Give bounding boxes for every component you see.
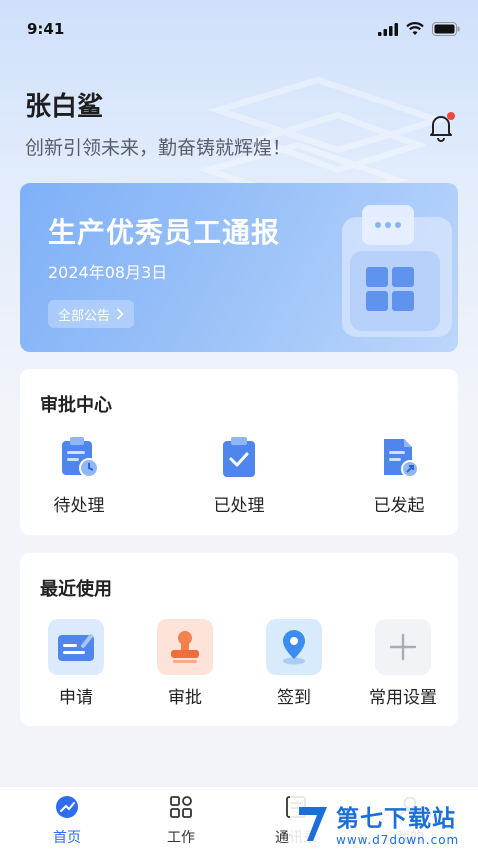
tab-home-label: 首页 (53, 830, 81, 846)
message-board-illustration-icon (342, 205, 452, 337)
approval-center-title: 审批中心 (40, 395, 112, 416)
plus-icon (375, 619, 431, 675)
initiated-item[interactable]: 已发起 (362, 435, 436, 516)
common-settings-item[interactable]: 常用设置 (362, 619, 444, 708)
processed-item[interactable]: 已处理 (202, 435, 276, 516)
user-name: 张白鲨 (25, 92, 104, 122)
approve-item[interactable]: 审批 (147, 619, 223, 708)
pending-label: 待处理 (53, 496, 105, 516)
watermark-url: www.d7down.com (336, 832, 460, 847)
grid-icon (170, 796, 192, 818)
cellular-signal-icon (378, 22, 398, 36)
watermark-title: 第七下载站 (336, 805, 456, 832)
initiated-document-icon (384, 439, 419, 478)
site-watermark: 第七下载站 www.d7down.com (290, 795, 478, 850)
processed-label: 已处理 (213, 496, 265, 516)
tab-work-label: 工作 (167, 830, 195, 846)
watermark-logo-icon (299, 806, 327, 841)
user-slogan: 创新引领未来，勤奋铸就辉煌！ (25, 137, 292, 159)
announcement-banner[interactable]: 生产优秀员工通报 2024年08月3日 全部公告 (20, 183, 458, 352)
pending-clipboard-icon (62, 437, 99, 478)
recent-use-card: 最近使用 申请 审批 签到 常用设置 (20, 553, 458, 726)
chevron-right-icon (116, 308, 124, 320)
wifi-icon (406, 22, 424, 35)
recent-use-title: 最近使用 (40, 579, 112, 600)
status-bar: 9:41 (0, 0, 478, 60)
approval-center-card: 审批中心 待处理 已处理 已发起 (20, 369, 458, 535)
check-in-label: 签到 (277, 688, 311, 708)
processed-clipboard-icon (223, 437, 255, 477)
tab-home[interactable]: 首页 (27, 795, 107, 847)
initiated-label: 已发起 (373, 496, 425, 516)
banner-title: 生产优秀员工通报 (48, 216, 281, 249)
common-settings-label: 常用设置 (369, 688, 437, 708)
tab-work[interactable]: 工作 (141, 795, 221, 847)
apply-label: 申请 (59, 688, 93, 708)
location-pin-icon (266, 619, 322, 675)
banner-date: 2024年08月3日 (48, 263, 168, 282)
stamp-icon (157, 619, 213, 675)
check-in-item[interactable]: 签到 (256, 619, 332, 708)
home-icon (56, 796, 78, 818)
pending-item[interactable]: 待处理 (42, 435, 116, 516)
status-time: 9:41 (27, 20, 65, 38)
all-announcements-label: 全部公告 (58, 308, 111, 324)
battery-icon (432, 22, 460, 36)
approve-label: 审批 (168, 688, 202, 708)
notification-dot (447, 112, 455, 120)
all-announcements-button[interactable]: 全部公告 (48, 300, 135, 328)
apply-card-icon (48, 619, 104, 675)
apply-item[interactable]: 申请 (38, 619, 114, 708)
notification-bell-icon[interactable] (424, 110, 458, 144)
